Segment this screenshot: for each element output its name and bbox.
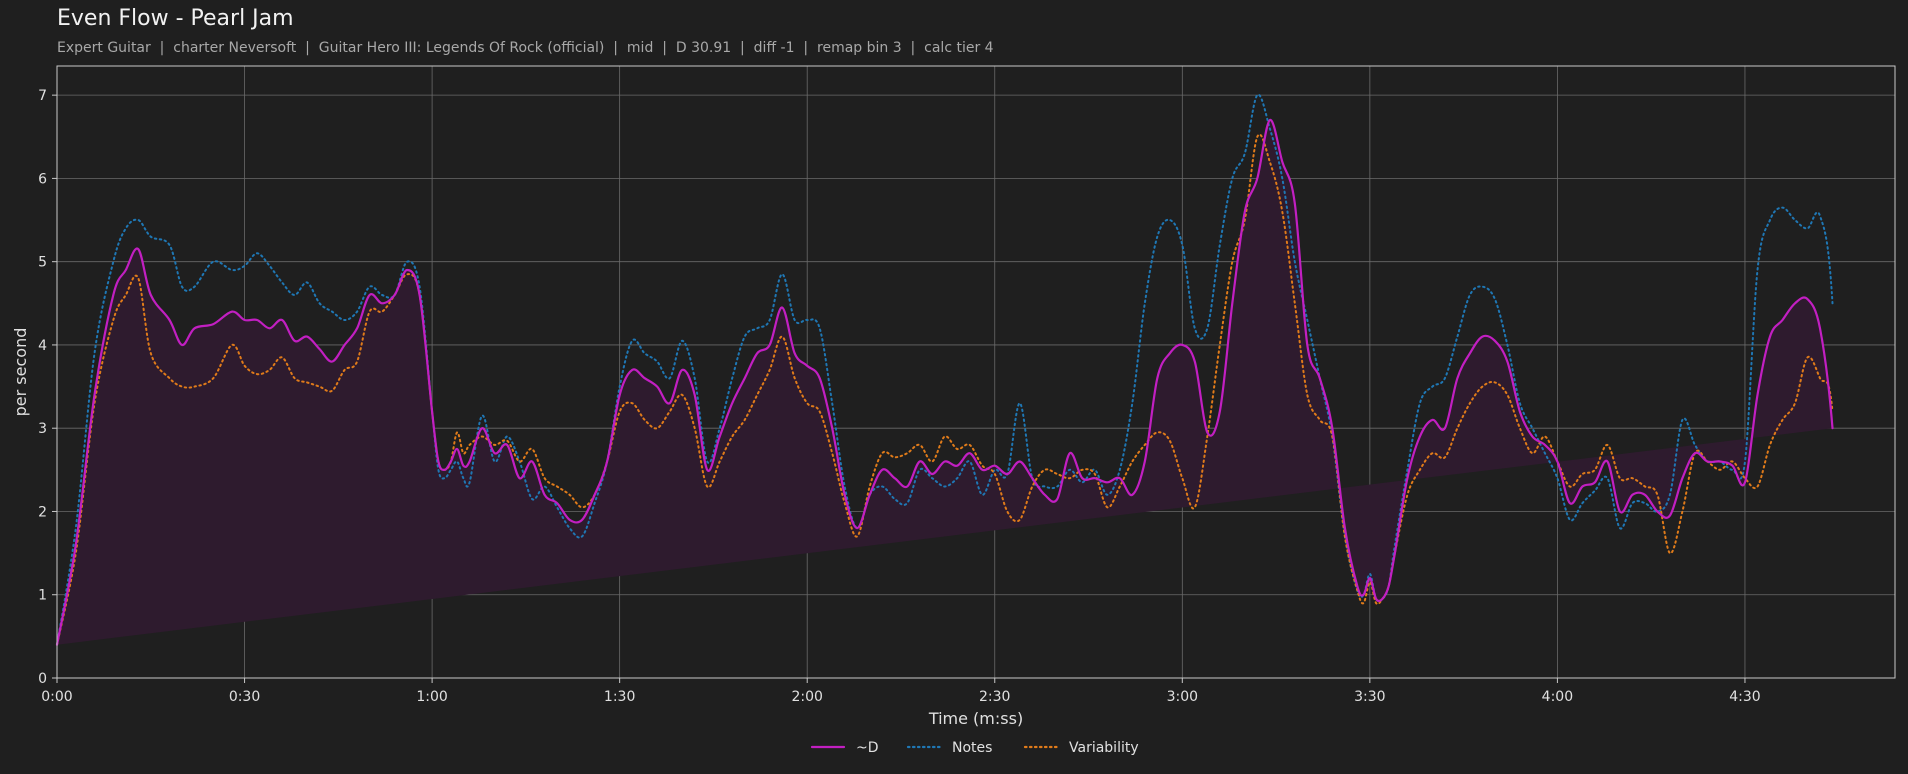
legend-item-d: ~D	[810, 740, 879, 756]
y-tick-label: 3	[38, 421, 47, 437]
y-tick-label: 1	[38, 588, 47, 604]
x-tick-label: 2:00	[791, 689, 822, 705]
y-axis-ticks: 0 1 2 3 4 5 6 7	[38, 88, 57, 687]
x-axis-ticks: 0:00 0:30 1:00 1:30 2:00 2:30 3:00 3:30 4:00 4:30	[41, 678, 1761, 705]
x-tick-label: 1:00	[416, 689, 447, 705]
y-tick-label: 6	[38, 171, 47, 187]
legend-label: ~D	[856, 740, 879, 756]
legend: ~D Notes Variability	[810, 740, 1139, 756]
legend-label: Notes	[952, 740, 992, 756]
legend-item-notes: Notes	[906, 740, 992, 756]
x-tick-label: 3:30	[1354, 689, 1385, 705]
x-tick-label: 4:30	[1729, 689, 1760, 705]
x-tick-label: 0:30	[229, 689, 260, 705]
legend-label: Variability	[1069, 740, 1139, 756]
y-tick-label: 4	[38, 338, 47, 354]
x-tick-label: 1:30	[604, 689, 635, 705]
x-tick-label: 2:30	[979, 689, 1010, 705]
y-axis-label: per second	[11, 328, 30, 417]
legend-item-variability: Variability	[1023, 740, 1139, 756]
line-chart: 0:00 0:30 1:00 1:30 2:00 2:30 3:00 3:30 4:00 4:30…	[11, 65, 1896, 756]
y-tick-label: 7	[38, 88, 47, 104]
y-tick-label: 2	[38, 504, 47, 520]
x-axis-label: Time (m:ss)	[928, 709, 1023, 728]
x-tick-label: 3:00	[1167, 689, 1198, 705]
y-tick-label: 5	[38, 255, 47, 271]
x-tick-label: 0:00	[41, 689, 72, 705]
y-tick-label: 0	[38, 671, 47, 687]
x-tick-label: 4:00	[1542, 689, 1573, 705]
